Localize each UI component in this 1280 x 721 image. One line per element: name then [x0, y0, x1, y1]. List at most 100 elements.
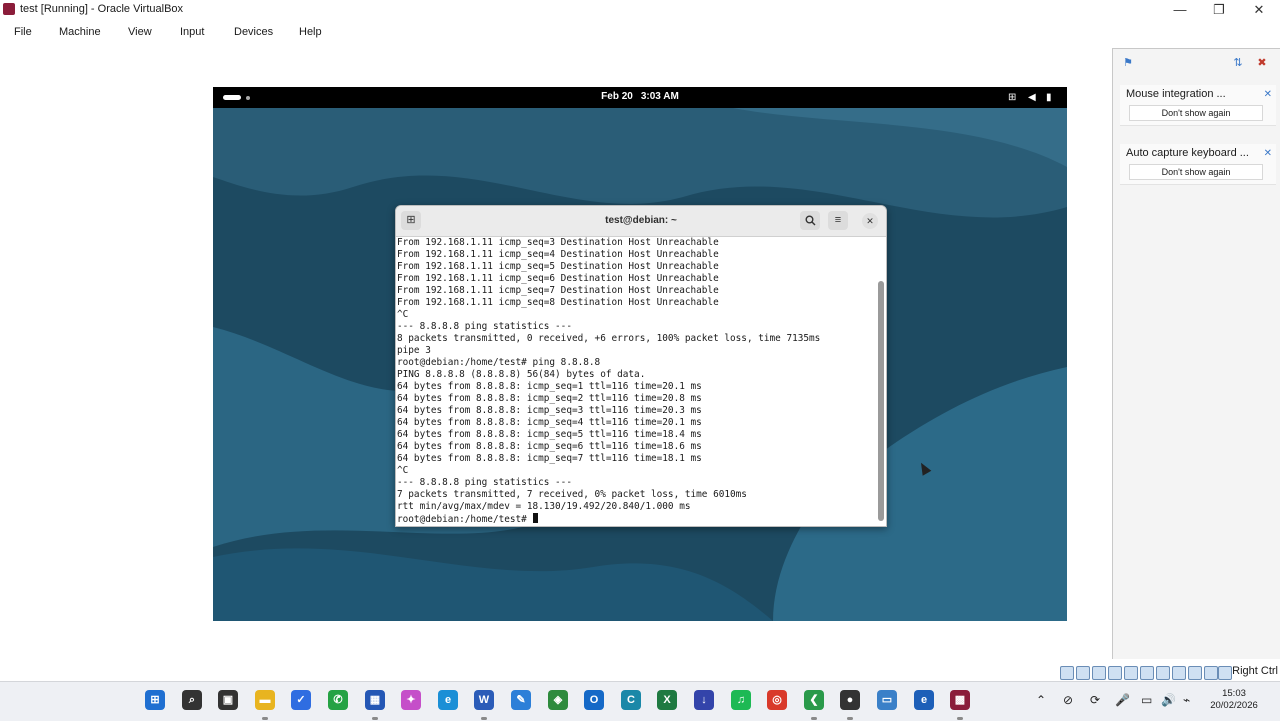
minimize-button[interactable]: — — [1161, 0, 1199, 20]
host-key-label: Right Ctrl — [1232, 665, 1278, 677]
taskbar-excel-icon[interactable]: X — [657, 690, 677, 710]
terminal-scrollbar[interactable] — [878, 281, 884, 521]
taskbar-todo-icon[interactable]: ✓ — [291, 690, 311, 710]
shared-folders-icon[interactable] — [1140, 666, 1154, 680]
terminal-line: 64 bytes from 8.8.8.8: icmp_seq=5 ttl=11… — [397, 429, 702, 440]
terminal-line: From 192.168.1.11 icmp_seq=5 Destination… — [397, 261, 719, 272]
terminal-line: --- 8.8.8.8 ping statistics --- — [397, 321, 572, 332]
recording-icon[interactable] — [1172, 666, 1186, 680]
taskbar-remote-desktop-icon[interactable]: ▭ — [877, 690, 897, 710]
hamburger-menu-button[interactable]: ≡ — [828, 211, 848, 230]
terminal-close-button[interactable]: ✕ — [862, 213, 878, 229]
system-date: 20/02/2026 — [1210, 700, 1258, 711]
notification-auto-capture: Auto capture keyboard ... ✕ Don't show a… — [1120, 144, 1276, 185]
taskbar-downloader-icon[interactable]: ↓ — [694, 690, 714, 710]
taskbar-vscode-insiders-icon[interactable]: ❮ — [804, 690, 824, 710]
taskbar-recorder-icon[interactable]: ● — [840, 690, 860, 710]
display-icon[interactable] — [1156, 666, 1170, 680]
system-time: 15:03 — [1222, 688, 1246, 699]
battery-icon[interactable]: ▮ — [1046, 92, 1052, 103]
notification-close-icon[interactable]: ✕ — [1264, 89, 1272, 100]
dont-show-again-button[interactable]: Don't show again — [1129, 105, 1263, 121]
terminal-line: ^C — [397, 309, 409, 320]
hard-disk-icon[interactable] — [1060, 666, 1074, 680]
terminal-line: 64 bytes from 8.8.8.8: icmp_seq=7 ttl=11… — [397, 453, 702, 464]
microphone-icon[interactable]: 🎤 — [1115, 692, 1130, 708]
menu-file[interactable]: File — [14, 22, 32, 42]
optical-drive-icon[interactable] — [1076, 666, 1090, 680]
taskbar-edge-icon[interactable]: e — [438, 690, 458, 710]
clock-time: 3:03 AM — [640, 91, 679, 102]
taskbar-file-explorer-icon[interactable]: ▬ — [255, 690, 275, 710]
menu-input[interactable]: Input — [180, 22, 204, 42]
sync-icon[interactable]: ⟳ — [1090, 692, 1100, 708]
sort-icon[interactable]: ⇅ — [1231, 57, 1245, 70]
virtualbox-logo-icon — [3, 3, 15, 15]
system-clock[interactable]: 15:03 20/02/2026 — [1202, 688, 1266, 712]
terminal-header[interactable]: ⊞ test@debian: ~ ≡ ✕ — [396, 206, 886, 237]
terminal-prompt-line[interactable]: root@debian:/home/test# — [397, 513, 539, 526]
taskbar-edge-dev-icon[interactable]: e — [914, 690, 934, 710]
window-title-bar[interactable]: test [Running] - Oracle VirtualBox — ❐ ✕ — [0, 0, 1280, 20]
notification-mouse-integration: Mouse integration ... ✕ Don't show again — [1120, 85, 1276, 126]
usb-icon[interactable] — [1124, 666, 1138, 680]
search-icon — [805, 215, 815, 226]
taskbar-spotify-icon[interactable]: ♫ — [731, 690, 751, 710]
terminal-line: ^C — [397, 465, 409, 476]
keyboard-capture-icon[interactable] — [1218, 666, 1232, 680]
show-hidden-icons[interactable]: ⌃ — [1036, 692, 1046, 708]
taskbar-search-icon[interactable]: ⌕ — [182, 690, 202, 710]
terminal-line: 7 packets transmitted, 7 received, 0% pa… — [397, 489, 747, 500]
terminal-line: From 192.168.1.11 icmp_seq=6 Destination… — [397, 273, 719, 284]
battery-icon[interactable]: ⌁ — [1183, 692, 1190, 708]
terminal-line: --- 8.8.8.8 ping statistics --- — [397, 477, 572, 488]
vm-status-bar: Right Ctrl — [1058, 663, 1280, 681]
taskbar-virtualbox-icon[interactable]: ▩ — [950, 690, 970, 710]
taskbar-chrome-icon[interactable]: ◎ — [767, 690, 787, 710]
menu-machine[interactable]: Machine — [59, 22, 101, 42]
audio-icon[interactable] — [1092, 666, 1106, 680]
taskbar-store-icon[interactable]: ▦ — [365, 690, 385, 710]
terminal-line: PING 8.8.8.8 (8.8.8.8) 56(84) bytes of d… — [397, 369, 646, 380]
vm-display[interactable]: Feb 20 3:03 AM ⊞ ◀ ▮ ⊞ test@debian: ~ ≡ ✕… — [213, 87, 1067, 621]
gnome-top-bar: Feb 20 3:03 AM ⊞ ◀ ▮ — [213, 87, 1067, 108]
volume-icon[interactable]: ◀ — [1028, 92, 1036, 103]
search-button[interactable] — [800, 211, 820, 230]
taskbar-sketch-icon[interactable]: ✎ — [511, 690, 531, 710]
terminal-output[interactable]: From 192.168.1.11 icmp_seq=3 Destination… — [396, 237, 878, 526]
menu-view[interactable]: View — [128, 22, 152, 42]
notification-close-icon[interactable]: ✕ — [1264, 148, 1272, 159]
taskbar-whatsapp-icon[interactable]: ✆ — [328, 690, 348, 710]
network-icon[interactable]: ⊞ — [1008, 92, 1016, 103]
terminal-line: From 192.168.1.11 icmp_seq=7 Destination… — [397, 285, 719, 296]
terminal-line: From 192.168.1.11 icmp_seq=4 Destination… — [397, 249, 719, 260]
clear-all-icon[interactable]: ✖ — [1255, 57, 1269, 70]
volume-icon[interactable]: 🔊 — [1161, 692, 1176, 708]
windows-taskbar: ⊞ ⌕ ▣ ▬ ✓ ✆ ▦ ✦ e W ✎ ◈ O C X ↓ ♫ ◎ ❮ ● ▭ e ▩ ⌃ ⊘ ⟳ 🎤 ▭ 🔊 ⌁ 15… — [0, 681, 1280, 721]
gnome-clock[interactable]: Feb 20 3:03 AM — [213, 91, 1067, 102]
notification-text: Auto capture keyboard ... — [1126, 147, 1249, 159]
dont-show-again-button[interactable]: Don't show again — [1129, 164, 1263, 180]
taskbar-cursor-app-icon[interactable]: C — [621, 690, 641, 710]
restore-button[interactable]: ❐ — [1200, 0, 1238, 20]
taskbar-shield-icon[interactable]: ◈ — [548, 690, 568, 710]
terminal-window[interactable]: ⊞ test@debian: ~ ≡ ✕ From 192.168.1.11 i… — [395, 205, 887, 527]
taskbar-outlook-icon[interactable]: O — [584, 690, 604, 710]
terminal-line: 64 bytes from 8.8.8.8: icmp_seq=6 ttl=11… — [397, 441, 702, 452]
terminal-line: 64 bytes from 8.8.8.8: icmp_seq=2 ttl=11… — [397, 393, 702, 404]
taskbar-task-view-icon[interactable]: ▣ — [218, 690, 238, 710]
terminal-line: 64 bytes from 8.8.8.8: icmp_seq=3 ttl=11… — [397, 405, 702, 416]
taskbar-copilot-icon[interactable]: ✦ — [401, 690, 421, 710]
mouse-integration-icon[interactable] — [1204, 666, 1218, 680]
menu-devices[interactable]: Devices — [234, 22, 273, 42]
taskbar-start-button-icon[interactable]: ⊞ — [145, 690, 165, 710]
notification-pin-icon[interactable]: ⚑ — [1121, 57, 1135, 70]
network-adapter-icon[interactable] — [1108, 666, 1122, 680]
cpu-icon[interactable] — [1188, 666, 1202, 680]
close-window-button[interactable]: ✕ — [1240, 0, 1278, 20]
blocked-icon[interactable]: ⊘ — [1063, 692, 1073, 708]
taskbar-word-icon[interactable]: W — [474, 690, 494, 710]
terminal-prompt: root@debian:/home/test# — [397, 514, 533, 525]
menu-help[interactable]: Help — [299, 22, 322, 42]
monitor-icon[interactable]: ▭ — [1141, 692, 1152, 708]
